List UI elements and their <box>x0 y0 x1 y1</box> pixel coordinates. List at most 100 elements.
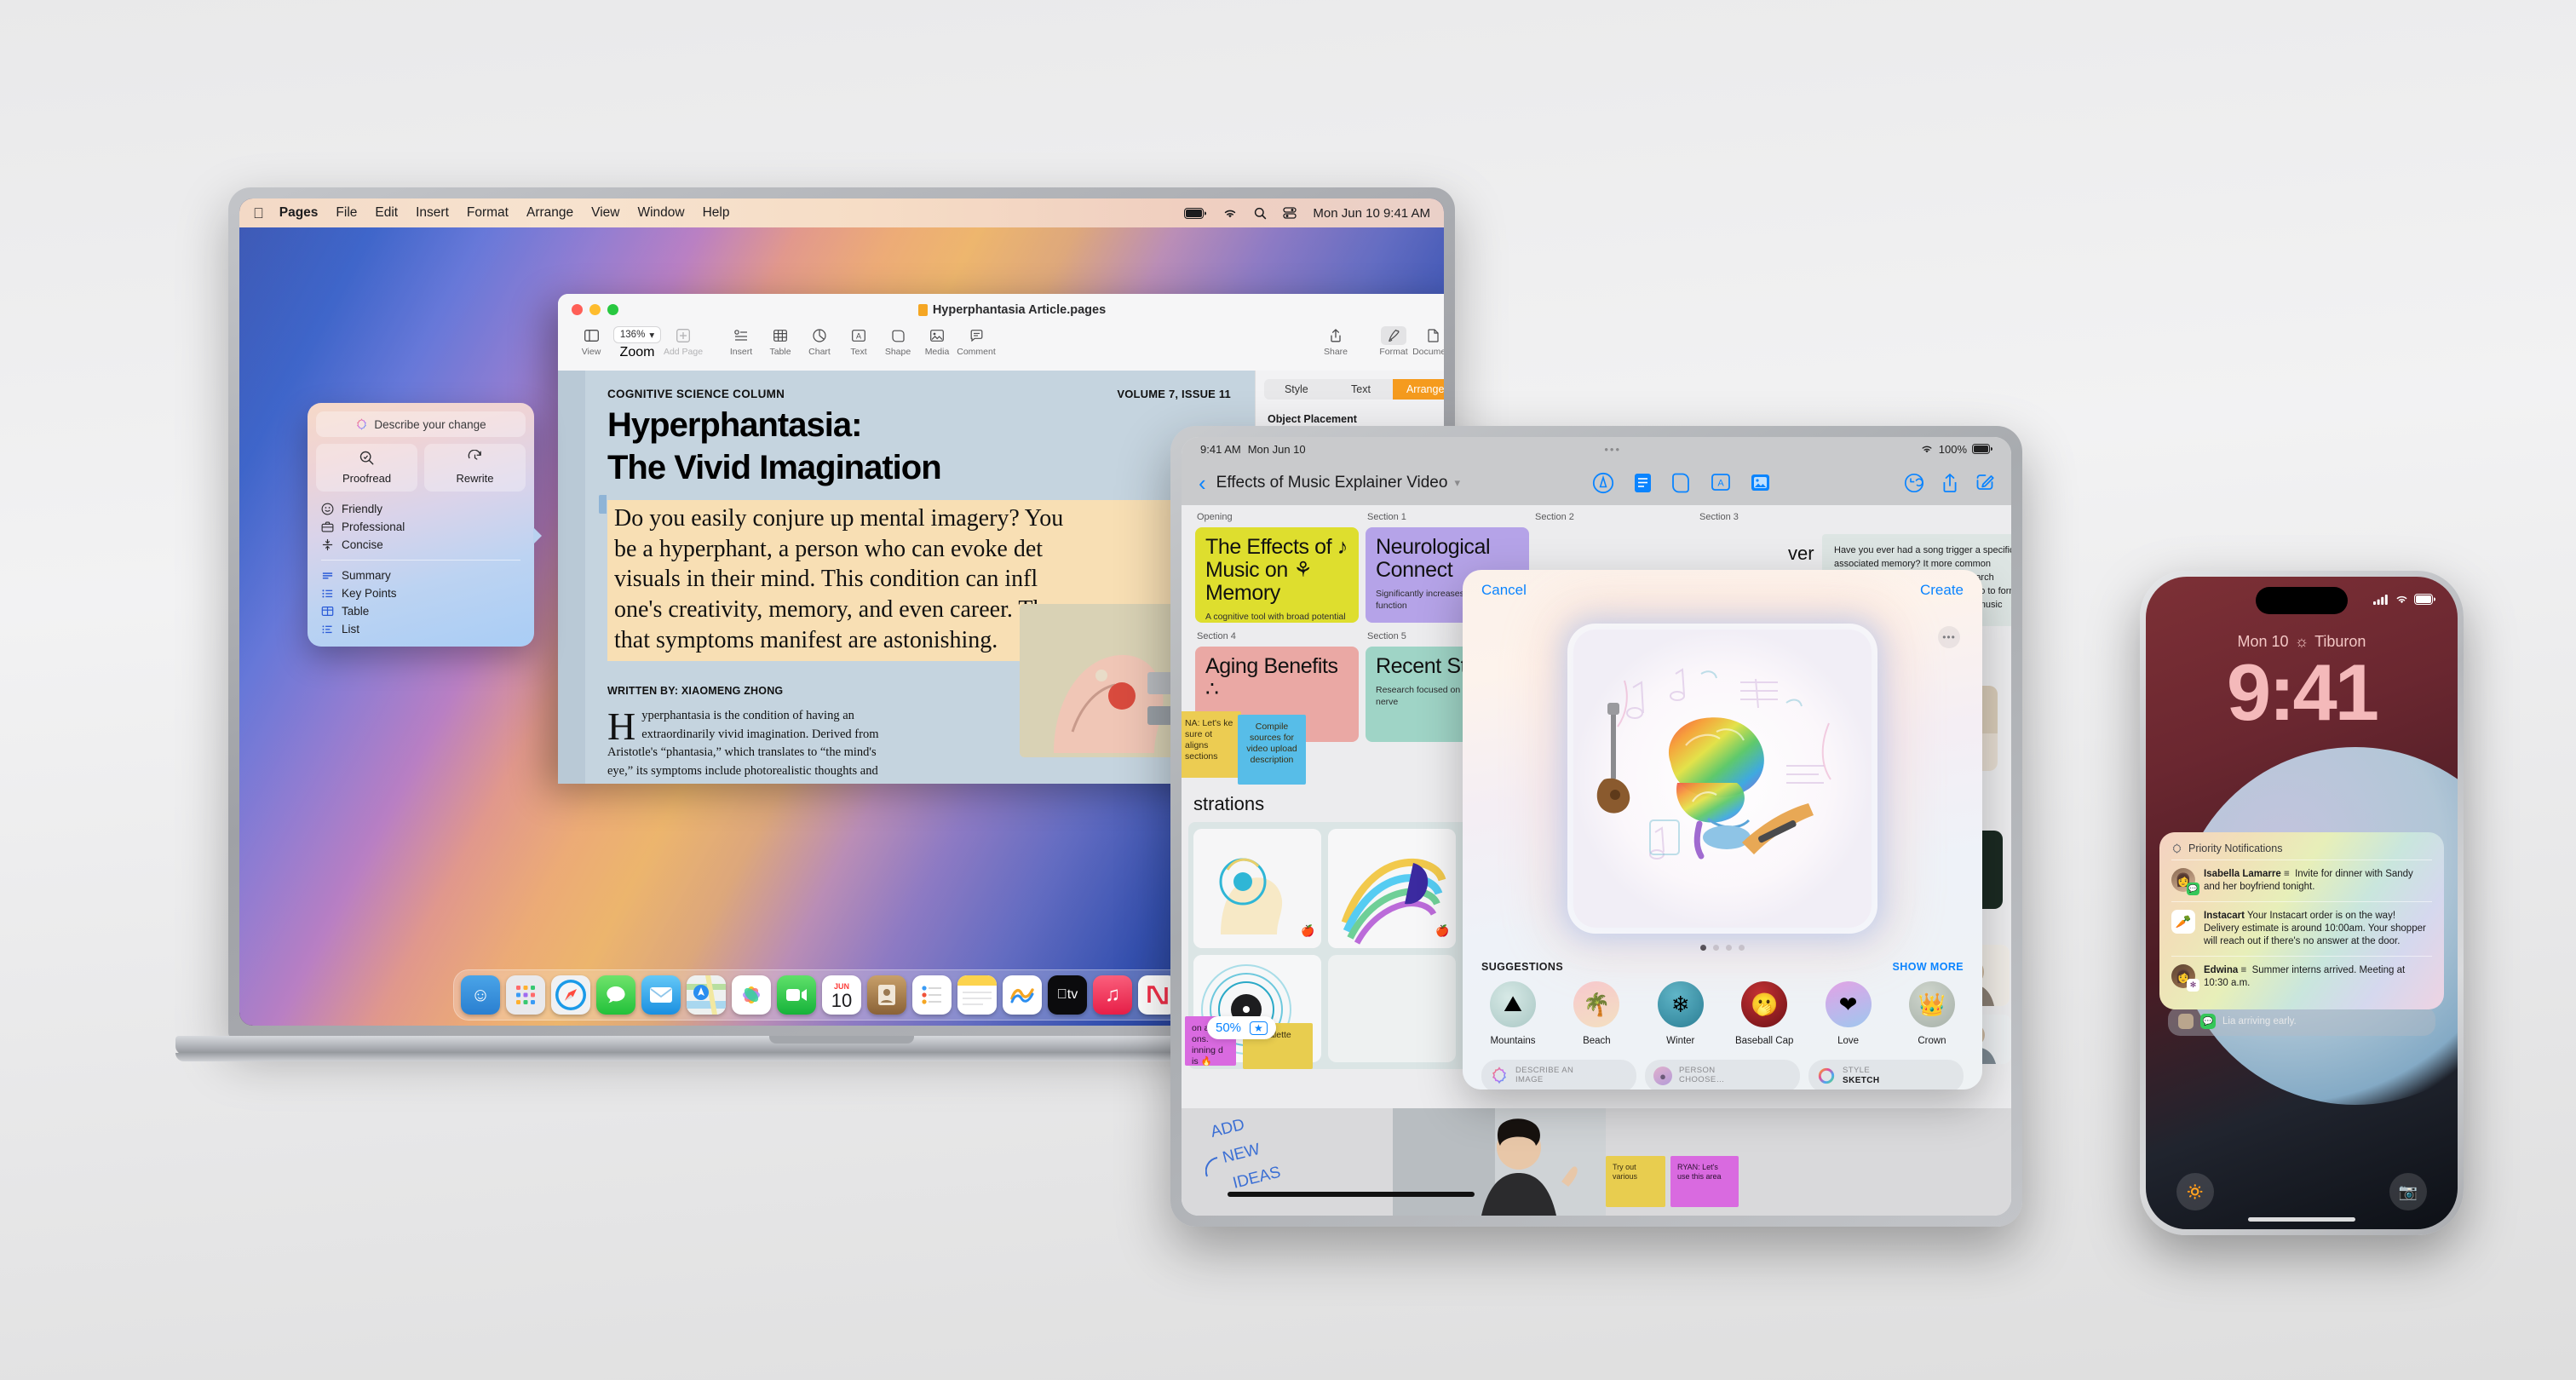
generated-image-preview[interactable] <box>1573 630 1872 928</box>
writing-tools-popover[interactable]: Describe your change Proofread Rewrite F… <box>308 403 542 647</box>
menu-item-edit[interactable]: Edit <box>375 205 398 221</box>
tab-style[interactable]: Style <box>1264 379 1329 400</box>
lock-screen-controls[interactable]: 🔅 📷 <box>2146 1173 2458 1210</box>
suggestions-row[interactable]: ⛰ Mountains 🌴 Beach ❄ Winter 🫢 Baseball … <box>1463 973 1982 1048</box>
image-playground-options[interactable]: DESCRIBE AN IMAGE ● PERSON CHOOSE… STYLE… <box>1463 1048 1982 1090</box>
iphone-lock-screen[interactable]: Mon 10 ☼ Tiburon 9:41 Priority Notificat… <box>2146 577 2458 1229</box>
flashlight-icon[interactable]: 🔅 <box>2176 1173 2214 1210</box>
dock-facetime-icon[interactable] <box>777 975 816 1015</box>
notification-row-edwina[interactable]: 👩 ✻ Edwina ≡ Summer interns arrived. Mee… <box>2171 955 2432 998</box>
close-button[interactable] <box>572 304 583 315</box>
ipad-document-title[interactable]: Effects of Music Explainer Video ▾ <box>1216 474 1460 492</box>
toolbar-text-button[interactable]: A Text <box>839 326 878 357</box>
toolbar-media-button[interactable]: Media <box>917 326 957 357</box>
toolbar-format-button[interactable]: Format <box>1374 326 1413 357</box>
menu-item-view[interactable]: View <box>591 205 619 221</box>
dock-music-icon[interactable]: ♫ <box>1093 975 1132 1015</box>
menu-item-arrange[interactable]: Arrange <box>526 205 573 221</box>
ipad-nav-bar[interactable]: ‹ Effects of Music Explainer Video ▾ A <box>1182 461 2011 505</box>
toolbar-table-button[interactable]: Table <box>761 326 800 357</box>
ipad-toolbar-tools[interactable]: A <box>1460 472 1904 494</box>
illustration-thumb-2[interactable]: 🍎 <box>1328 829 1456 948</box>
toolbar-view-button[interactable]: View <box>572 326 611 357</box>
dock-calendar-icon[interactable]: JUN 10 <box>822 975 861 1015</box>
macos-menu-bar[interactable]:  Pages File Edit Insert Format Arrange … <box>239 198 1444 227</box>
format-key-points-item[interactable]: Key Points <box>319 584 522 602</box>
dock-messages-icon[interactable] <box>596 975 635 1015</box>
toolbar-zoom-control[interactable]: 136% ▾ Zoom <box>611 326 664 360</box>
stacked-notification[interactable]: 💬 Lia arriving early. <box>2168 1007 2435 1036</box>
toolbar-document-button[interactable]: Document <box>1412 326 1444 357</box>
board-sticky-note-2[interactable]: Compile sources for video upload descrip… <box>1238 715 1306 785</box>
dock-contacts-icon[interactable] <box>867 975 906 1015</box>
image-carousel-dots[interactable] <box>1463 945 1982 951</box>
ipad-right-tools[interactable] <box>1904 473 1994 493</box>
more-dots-icon[interactable]: ••• <box>1938 626 1960 648</box>
illustration-thumb-1[interactable]: 🍎 <box>1193 829 1321 948</box>
dock-launchpad-icon[interactable] <box>506 975 545 1015</box>
menu-item-format[interactable]: Format <box>467 205 509 221</box>
board-sticky-note-1[interactable]: NA: Let's ke sure ot aligns sections <box>1182 711 1241 778</box>
person-chip[interactable]: ● PERSON CHOOSE… <box>1645 1060 1800 1090</box>
dock-finder-icon[interactable]: ☺ <box>461 975 500 1015</box>
toolbar-insert-button[interactable]: Insert <box>722 326 761 357</box>
suggestion-love[interactable]: ❤ Love <box>1817 981 1880 1048</box>
suggestion-beach[interactable]: 🌴 Beach <box>1565 981 1628 1048</box>
window-traffic-lights[interactable] <box>572 304 618 315</box>
format-summary-item[interactable]: Summary <box>319 566 522 584</box>
dock-photos-icon[interactable] <box>732 975 771 1015</box>
menu-item-window[interactable]: Window <box>637 205 684 221</box>
format-tabs[interactable]: Style Text Arrange <box>1264 379 1444 400</box>
carousel-dot-2[interactable] <box>1713 945 1719 951</box>
tone-friendly-item[interactable]: Friendly <box>319 500 522 518</box>
zoom-pill[interactable]: 50% ★ <box>1207 1016 1276 1039</box>
proofread-button[interactable]: Proofread <box>316 444 417 492</box>
tab-arrange[interactable]: Arrange <box>1393 379 1444 400</box>
multitasking-dots-icon[interactable]: ••• <box>1306 443 1920 456</box>
priority-notifications-stack[interactable]: Priority Notifications 👩 💬 Isabella Lama… <box>2159 832 2444 1009</box>
pages-toolbar[interactable]: View 136% ▾ Zoom Add Page Insert Table C… <box>558 326 1444 371</box>
dock-mail-icon[interactable] <box>641 975 681 1015</box>
dock-freeform-icon[interactable] <box>1003 975 1042 1015</box>
describe-image-chip[interactable]: DESCRIBE AN IMAGE <box>1481 1060 1636 1090</box>
create-button[interactable]: Create <box>1920 582 1964 599</box>
rewrite-button[interactable]: Rewrite <box>424 444 526 492</box>
chevron-left-icon[interactable]: ‹ <box>1199 472 1206 494</box>
carousel-dot-3[interactable] <box>1726 945 1732 951</box>
maximize-button[interactable] <box>607 304 618 315</box>
menu-item-insert[interactable]: Insert <box>416 205 449 221</box>
freeform-board[interactable]: Opening Section 1 Section 2 Section 3 Se… <box>1182 505 2011 1216</box>
suggestion-crown[interactable]: 👑 Crown <box>1900 981 1964 1048</box>
notification-row-instacart[interactable]: 🥕 Instacart Your Instacart order is on t… <box>2171 900 2432 956</box>
toolbar-shape-button[interactable]: Shape <box>878 326 917 357</box>
menu-item-pages[interactable]: Pages <box>279 205 319 221</box>
suggestion-winter[interactable]: ❄ Winter <box>1649 981 1712 1048</box>
notification-row-isabella[interactable]: 👩 💬 Isabella Lamarre ≡ Invite for dinner… <box>2171 860 2432 901</box>
apple-logo-icon[interactable]:  <box>253 206 264 221</box>
image-playground-dialog[interactable]: Cancel Create ••• SUGGESTIONS SHOW MORE … <box>1463 570 1982 1090</box>
describe-change-input[interactable]: Describe your change <box>316 411 526 437</box>
tab-text[interactable]: Text <box>1329 379 1394 400</box>
dock-notes-icon[interactable] <box>957 975 997 1015</box>
dock-maps-icon[interactable] <box>687 975 726 1015</box>
toolbar-share-button[interactable]: Share <box>1316 326 1355 357</box>
board-video-frame[interactable] <box>1393 1108 1606 1216</box>
suggestion-mountains[interactable]: ⛰ Mountains <box>1481 981 1544 1048</box>
zoom-select[interactable]: 136% ▾ <box>612 326 662 343</box>
illustration-thumb-4[interactable] <box>1328 955 1456 1062</box>
toolbar-add-page-button[interactable]: Add Page <box>664 326 703 357</box>
camera-icon[interactable]: 📷 <box>2389 1173 2427 1210</box>
dock-apple-tv-icon[interactable]: tv <box>1048 975 1087 1015</box>
tone-concise-item[interactable]: Concise <box>319 536 522 554</box>
board-sticky-note-8[interactable]: RYAN: Let's use this area <box>1670 1156 1739 1207</box>
tone-professional-item[interactable]: Professional <box>319 518 522 536</box>
board-sticky-note-7[interactable]: Try out various <box>1606 1156 1665 1207</box>
show-more-button[interactable]: SHOW MORE <box>1893 961 1964 973</box>
board-card-opening[interactable]: The Effects of ♪ Music on ⚘ Memory A cog… <box>1195 527 1359 623</box>
document-page[interactable]: COGNITIVE SCIENCE COLUMN VOLUME 7, ISSUE… <box>585 371 1255 784</box>
dock-safari-icon[interactable] <box>551 975 590 1015</box>
dock-reminders-icon[interactable] <box>912 975 952 1015</box>
pages-canvas[interactable]: COGNITIVE SCIENCE COLUMN VOLUME 7, ISSUE… <box>558 371 1255 784</box>
style-chip[interactable]: STYLE SKETCH <box>1808 1060 1964 1090</box>
cancel-button[interactable]: Cancel <box>1481 582 1527 599</box>
